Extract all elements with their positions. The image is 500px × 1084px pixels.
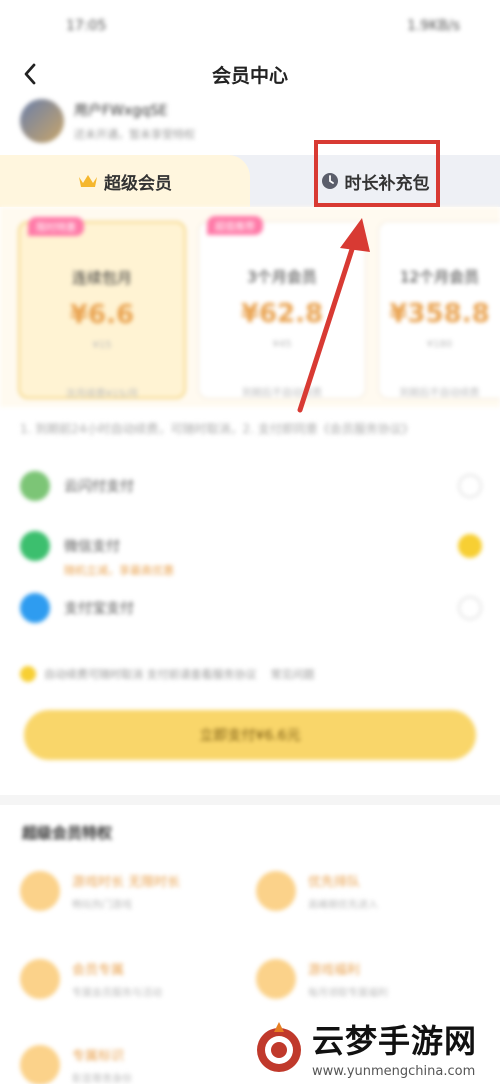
payment-radio[interactable]	[458, 596, 482, 620]
section-divider	[0, 795, 500, 805]
benefit-desc: 彰显尊贵身份	[72, 1074, 132, 1084]
benefit-member-icon	[20, 959, 60, 999]
payment-label: 支付宝支付	[64, 601, 134, 617]
watermark: 云梦手游网 www.yunmengchina.com	[250, 1010, 500, 1084]
benefit-name: 专属标识	[72, 1049, 125, 1064]
benefit-gift-icon	[256, 959, 296, 999]
benefit-desc: 高峰期优先进入	[308, 900, 378, 911]
benefit-item: 游戏时长 无限时长 畅玩热门游戏	[20, 866, 240, 916]
unionpay-icon	[20, 471, 50, 501]
faq-link[interactable]: 常见问题	[271, 666, 315, 682]
benefits-title: 超级会员特权	[22, 824, 113, 842]
benefit-item: 专属标识 彰显尊贵身份	[20, 1040, 240, 1084]
watermark-logo-icon	[250, 1018, 308, 1076]
benefit-badge-icon	[20, 1045, 60, 1084]
payment-label: 微信支付	[64, 539, 120, 555]
pay-now-button[interactable]: 立即支付¥6.6元	[24, 710, 476, 760]
notice-bar: 自动续费可随时取消 支付前请查看服务协议 常见问题	[20, 662, 480, 686]
payment-option-wechat[interactable]: 微信支付 随机立减，享最高优惠	[20, 526, 482, 577]
benefit-item: 优先排队 高峰期优先进入	[256, 866, 476, 916]
benefit-item: 会员专属 专属会员服务与活动	[20, 954, 240, 1004]
watermark-url: www.yunmengchina.com	[312, 1063, 476, 1079]
payment-label: 云闪付支付	[64, 479, 134, 495]
wechat-pay-icon	[20, 531, 50, 561]
info-icon	[20, 666, 36, 682]
benefit-name: 会员专属	[72, 963, 125, 978]
benefit-item: 游戏福利 每月领取专属福利	[256, 954, 476, 1004]
notice-text: 自动续费可随时取消 支付前请查看服务协议	[44, 668, 257, 681]
alipay-icon	[20, 593, 50, 623]
benefit-rocket-icon	[256, 871, 296, 911]
benefit-desc: 畅玩热门游戏	[72, 900, 132, 911]
benefit-name: 游戏福利	[308, 963, 361, 978]
auto-renew-agreement[interactable]: 1. 到期前24小时自动续费，可随时取消，2. 支付即同意《会员服务协议》	[20, 420, 480, 437]
payment-radio-selected[interactable]	[458, 534, 482, 558]
payment-radio[interactable]	[458, 474, 482, 498]
payment-option-unionpay[interactable]: 云闪付支付	[20, 466, 482, 506]
benefit-name: 优先排队	[308, 875, 361, 890]
benefit-desc: 专属会员服务与活动	[72, 988, 162, 999]
benefit-desc: 每月领取专属福利	[308, 988, 388, 999]
benefit-name: 游戏时长 无限时长	[72, 875, 181, 890]
benefit-time-icon	[20, 871, 60, 911]
payment-promo: 随机立减，享最高优惠	[64, 564, 174, 577]
annotation-arrow-icon	[297, 218, 370, 413]
payment-option-alipay[interactable]: 支付宝支付	[20, 588, 482, 628]
watermark-brand: 云梦手游网	[312, 1021, 478, 1060]
